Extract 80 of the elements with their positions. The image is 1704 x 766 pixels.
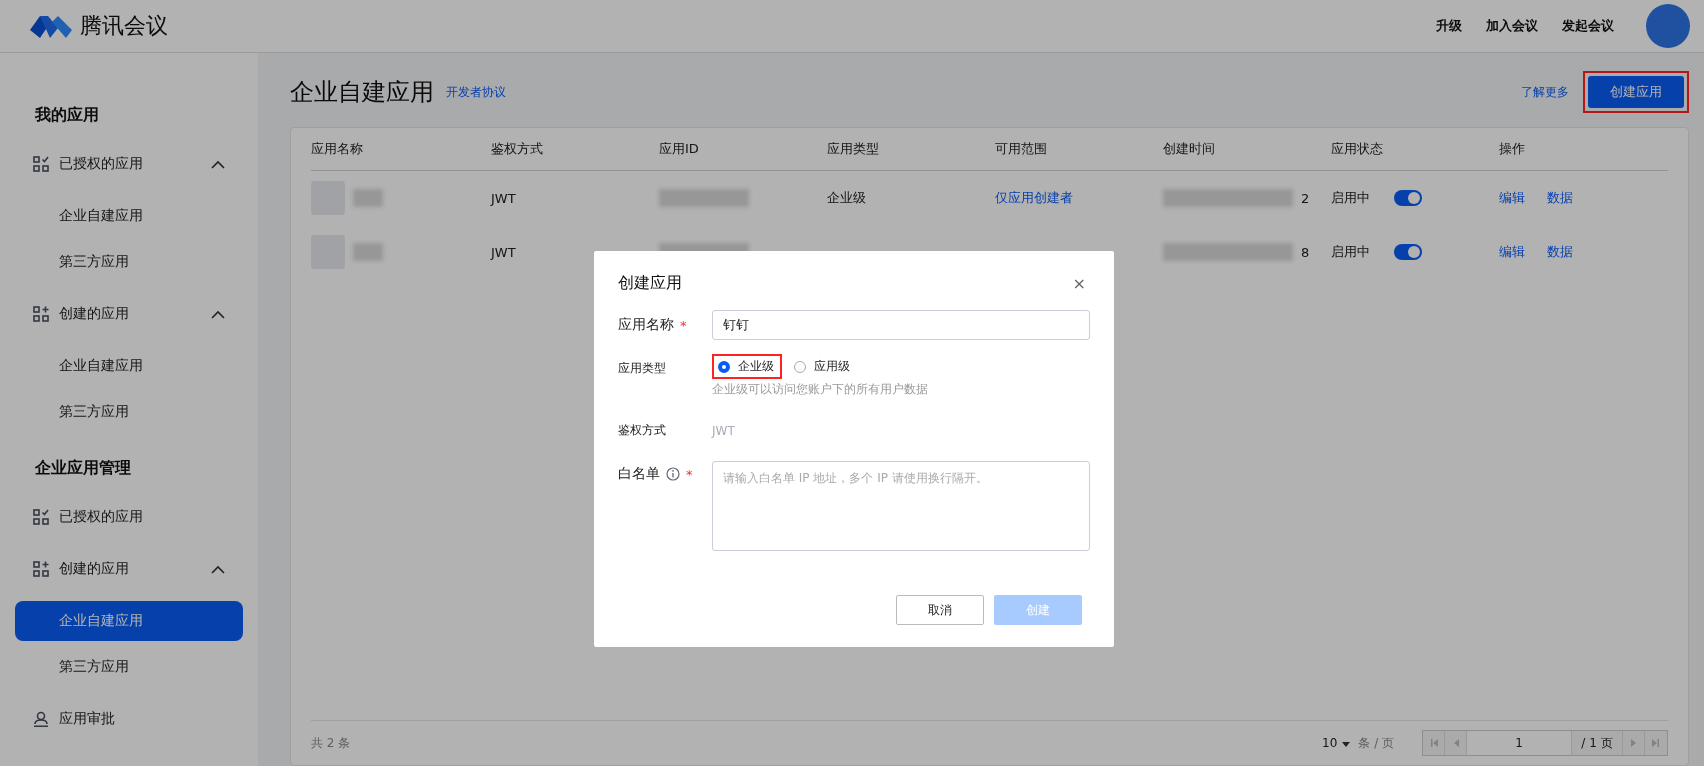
table-cell-text: 企业级 (827, 189, 867, 207)
radio-button[interactable] (718, 360, 730, 373)
redacted-text (353, 243, 383, 261)
per-page-label: 条 / 页 (1358, 734, 1394, 752)
nav-link[interactable]: 升级 (1436, 17, 1462, 35)
sidebar-subitem[interactable]: 企业自建应用 (15, 196, 243, 236)
total-count: 共 2 条 (311, 734, 351, 752)
chevron-icon[interactable] (211, 159, 225, 169)
field-label: 应用类型 (618, 360, 666, 377)
agreement-link[interactable]: 开发者协议 (446, 83, 506, 101)
cancel-button[interactable]: 取消 (896, 595, 984, 625)
column-header: 创建时间 (1163, 140, 1216, 158)
action-link[interactable]: 编辑 (1499, 243, 1525, 261)
radio-button[interactable] (794, 360, 806, 373)
field-label: 白名单 (618, 465, 660, 483)
sidebar-subitem[interactable]: 企业自建应用 (15, 601, 243, 641)
info-icon[interactable] (666, 467, 680, 481)
page-total: / 1 页 (1572, 731, 1623, 755)
learn-more-link[interactable]: 了解更多 (1521, 83, 1569, 101)
field-label: 应用名称 (618, 316, 674, 334)
sidebar-section-title: 我的应用 (34, 104, 100, 126)
table-cell: 8 (1301, 244, 1310, 260)
sidebar-item[interactable]: 已授权的应用 (15, 491, 243, 543)
column-header: 应用状态 (1331, 140, 1384, 158)
chevron-icon[interactable] (211, 309, 225, 319)
toggle-switch[interactable] (1394, 190, 1422, 206)
table-cell-text: JWT (491, 244, 517, 260)
close-button[interactable]: × (1068, 274, 1090, 293)
sidebar-item[interactable]: 已授权的应用 (15, 138, 243, 190)
sidebar-subitem[interactable]: 第三方应用 (15, 647, 243, 687)
page-title: 企业自建应用 (290, 77, 434, 108)
column-header: 应用类型 (827, 140, 880, 158)
sidebar-section-title: 企业应用管理 (34, 457, 132, 479)
table-cell-text: JWT (491, 190, 517, 206)
action-link[interactable]: 数据 (1547, 189, 1573, 207)
page-size-select[interactable]: 10 (1322, 736, 1351, 750)
column-header: 操作 (1499, 140, 1526, 158)
caret-right-icon (1629, 739, 1638, 747)
create-app-button[interactable]: 创建应用 (1588, 76, 1684, 108)
table-cell: 2 (1301, 190, 1310, 206)
sidebar-item[interactable]: 应用审批 (15, 693, 243, 745)
sidebar-subitem[interactable]: 第三方应用 (15, 392, 243, 432)
action-link[interactable]: 编辑 (1499, 189, 1525, 207)
logo-icon (30, 14, 72, 38)
chevron-icon[interactable] (211, 564, 225, 574)
person-icon (33, 711, 49, 727)
status-text: 启用中 (1331, 243, 1370, 261)
scope-link[interactable]: 仅应用创建者 (995, 189, 1073, 207)
grid-check-icon (33, 509, 49, 525)
app-name-input[interactable]: 钉钉 (712, 310, 1090, 340)
dialog-title: 创建应用 (618, 273, 682, 294)
avatar[interactable] (1646, 4, 1690, 48)
caret-down-icon (1342, 742, 1351, 747)
last-page-icon (1652, 739, 1660, 747)
required-mark: * (686, 466, 693, 482)
first-page-icon (1429, 739, 1438, 747)
column-header: 应用名称 (311, 140, 364, 158)
sidebar-item[interactable]: 创建的应用 (15, 543, 243, 595)
redacted-text (353, 189, 383, 207)
sidebar-subitem[interactable]: 企业自建应用 (15, 346, 243, 386)
status-text: 启用中 (1331, 189, 1370, 207)
action-link[interactable]: 数据 (1547, 243, 1573, 261)
field-label: 鉴权方式 (618, 422, 666, 439)
grid-check-icon (33, 156, 49, 172)
sidebar-subitem[interactable]: 第三方应用 (15, 242, 243, 282)
radio-option[interactable]: 应用级 (788, 354, 858, 379)
column-header: 应用ID (659, 140, 700, 158)
hint-text: 企业级可以访问您账户下的所有用户数据 (712, 381, 928, 398)
grid-plus-icon (33, 306, 49, 322)
toggle-switch[interactable] (1394, 244, 1422, 260)
sidebar-item[interactable]: 创建的应用 (15, 288, 243, 340)
nav-link[interactable]: 发起会议 (1562, 17, 1614, 35)
column-header: 鉴权方式 (491, 140, 544, 158)
column-header: 可用范围 (995, 140, 1048, 158)
grid-plus-icon (33, 561, 49, 577)
radio-option[interactable]: 企业级 (712, 354, 782, 379)
nav-link[interactable]: 加入会议 (1486, 17, 1538, 35)
required-mark: * (680, 317, 687, 333)
logo-text: 腾讯会议 (80, 12, 168, 40)
auth-value: JWT (712, 423, 735, 438)
